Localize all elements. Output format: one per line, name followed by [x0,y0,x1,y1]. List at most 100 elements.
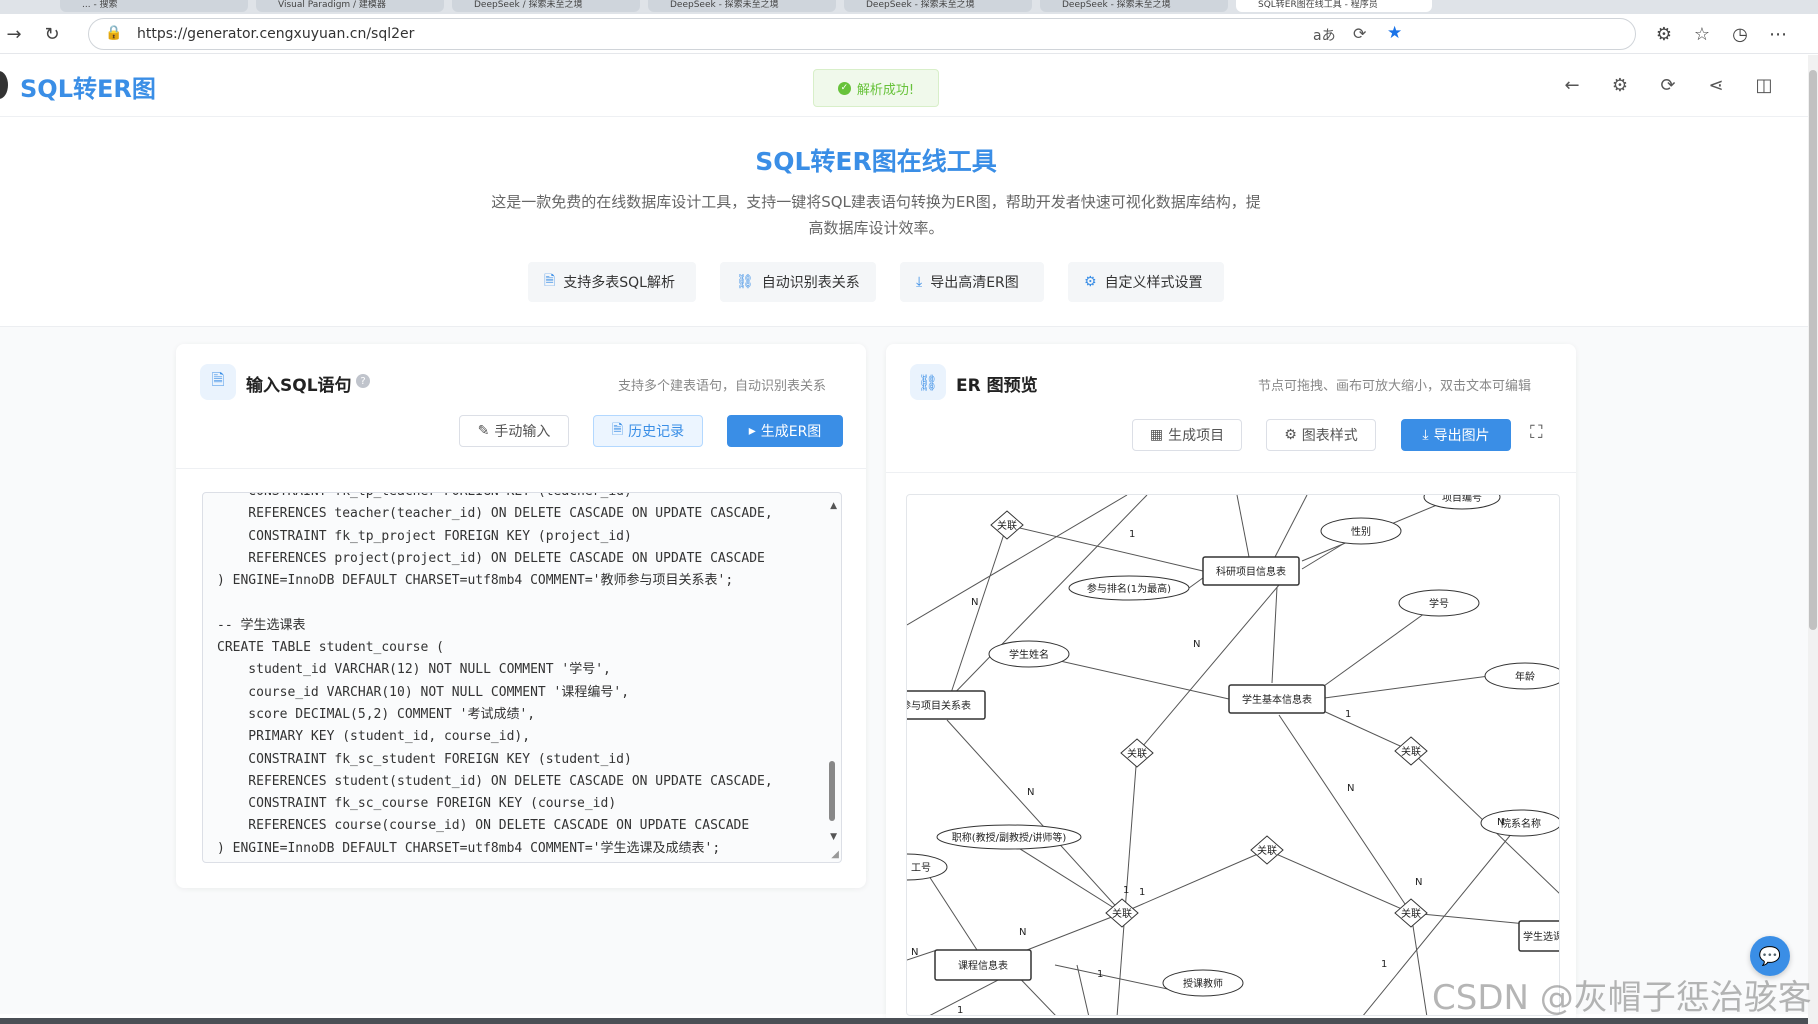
browser-tab[interactable]: Visual Paradigm / 建模器 [256,0,444,12]
er-attribute[interactable]: 职称(教授/副教授/讲师等) [936,824,1082,850]
page-title: SQL转ER图在线工具 [755,147,997,176]
back-arrow-icon[interactable]: ← [1560,73,1584,97]
help-question-icon[interactable]: ? [356,374,370,388]
er-attribute[interactable]: 授课教师 [1162,969,1244,997]
cardinality-label: 1 [1123,885,1129,896]
export-image-button[interactable]: ⤓ 导出图片 [1401,419,1511,451]
favorite-star-icon[interactable]: ★ [1387,23,1402,43]
svg-text:学生基本信息表: 学生基本信息表 [1242,693,1312,706]
download-icon: ⤓ [916,274,923,290]
resize-handle-icon[interactable]: ◢ [831,849,839,860]
er-entity[interactable]: 学生基本信息表 [1228,684,1326,714]
settings-gear-icon[interactable]: ⚙ [1608,73,1632,97]
document-icon: 🗎 [544,273,556,289]
svg-text:参与排名(1为最高): 参与排名(1为最高) [1087,582,1171,595]
fullscreen-icon[interactable]: ⛶ [1530,422,1543,443]
split-view-icon[interactable]: ◫ [1752,73,1776,97]
svg-text:科研项目信息表: 科研项目信息表 [1216,565,1286,578]
browser-tab[interactable]: ... - 搜索 [60,0,248,12]
svg-text:关联: 关联 [1401,907,1421,920]
er-relationship[interactable]: 关联 [1105,898,1139,928]
svg-text:院系名称: 院系名称 [1501,817,1541,830]
svg-text:学生选课: 学生选课 [1523,930,1560,943]
er-relationship[interactable]: 关联 [1394,736,1428,766]
er-attribute[interactable]: 工号 [907,853,948,881]
browser-tab[interactable]: DeepSeek / 探索未至之境 [452,0,640,12]
svg-text:项目编号: 项目编号 [1442,495,1482,504]
scroll-up-arrow-icon[interactable]: ▲ [830,501,837,511]
er-attribute[interactable]: 参与排名(1为最高) [1068,575,1190,601]
browser-tab[interactable]: DeepSeek - 探索未至之境 [844,0,1032,12]
cardinality-label: 1 [1139,887,1145,898]
card-divider [886,472,1576,473]
er-relationship[interactable]: 关联 [1120,738,1154,768]
cardinality-label: 1 [1381,959,1387,970]
cardinality-label: 1 [1097,969,1103,980]
cardinality-label: N [1193,639,1200,650]
read-aloud-icon[interactable]: aあ [1313,25,1336,45]
er-relationship[interactable]: 关联 [1394,898,1428,928]
cardinality-label: N [1347,783,1354,794]
er-attribute[interactable]: 年龄 [1484,662,1560,690]
sql-panel-title: 输入SQL语句 [246,376,352,396]
favorites-icon[interactable]: ☆ [1690,22,1714,46]
cardinality-label: 1 [957,1005,963,1016]
svg-text:学号: 学号 [1429,597,1449,610]
reload-icon[interactable]: ↻ [40,22,64,46]
toast-message: 解析成功! [856,82,915,98]
svg-text:关联: 关联 [1401,745,1421,758]
feature-tag-export: ⤓ 导出高清ER图 [900,262,1044,302]
er-attribute[interactable]: 学生姓名 [988,640,1070,668]
editor-scrollbar-thumb[interactable] [829,761,835,821]
share-icon[interactable]: ⋖ [1704,73,1728,97]
refresh-page-icon[interactable]: ⟳ [1353,24,1366,43]
play-triangle-icon: ▸ [748,423,756,439]
er-diagram-svg[interactable]: 科研项目信息表 学生基本信息表 教师参与项目关系表 课程信息表 学生选课 项目编… [907,495,1560,1016]
app-logo[interactable]: SQL转ER图 [20,69,156,104]
svg-text:职称(教授/副教授/讲师等): 职称(教授/副教授/讲师等) [952,831,1067,844]
er-relationship[interactable]: 关联 [1250,835,1284,865]
chart-style-button[interactable]: ⚙ 图表样式 [1266,419,1376,451]
svg-text:关联: 关联 [997,519,1017,532]
gear-icon: ⚙ [1084,274,1097,290]
extensions-icon[interactable]: ⚙ [1652,22,1676,46]
er-entity[interactable]: 课程信息表 [934,949,1032,981]
forward-arrow-icon[interactable]: → [2,22,26,46]
scroll-down-arrow-icon[interactable]: ▼ [830,832,837,842]
feature-tag-relations: ⛓ 自动识别表关系 [720,262,876,302]
er-entity[interactable]: 科研项目信息表 [1202,556,1300,586]
feature-tag-style: ⚙ 自定义样式设置 [1068,262,1224,302]
generate-er-button[interactable]: ▸ 生成ER图 [727,415,843,447]
er-attribute[interactable]: 院系名称 [1480,809,1560,837]
edit-icon: ✎ [477,423,490,439]
svg-text:授课教师: 授课教师 [1183,977,1223,990]
sql-textarea[interactable]: CONSTRAINT fk_tp_teacher FOREIGN KEY (te… [202,492,842,863]
manual-input-button[interactable]: ✎ 手动输入 [459,415,569,447]
cardinality-label: N [1497,817,1504,828]
svg-text:工号: 工号 [911,862,931,874]
er-relationship[interactable]: 关联 [990,510,1024,540]
history-button[interactable]: 🗎 历史记录 [593,415,703,447]
er-attribute[interactable]: 性别 [1320,517,1402,545]
er-entity[interactable]: 学生选课 [1518,920,1560,952]
more-menu-icon[interactable]: ⋯ [1766,22,1790,46]
address-bar[interactable]: 🔒 https://generator.cengxuyuan.cn/sql2er… [88,18,1636,50]
sql-panel-hint: 支持多个建表语句，自动识别表关系 [618,379,827,394]
generate-project-button[interactable]: ▦ 生成项目 [1132,419,1242,451]
gear-icon: ⚙ [1284,427,1297,443]
er-entity[interactable]: 教师参与项目关系表 [907,690,986,720]
page-scrollbar-thumb[interactable] [1809,70,1817,630]
browser-toolbar: → ↻ 🔒 https://generator.cengxuyuan.cn/sq… [0,14,1818,54]
history-icon[interactable]: ◷ [1728,22,1752,46]
link-icon: ⛓ [910,364,946,400]
er-attribute[interactable]: 学号 [1398,589,1480,617]
er-attribute[interactable]: 项目编号 [1423,495,1501,510]
er-diagram-canvas[interactable]: 科研项目信息表 学生基本信息表 教师参与项目关系表 课程信息表 学生选课 项目编… [906,494,1560,1016]
browser-tab[interactable]: DeepSeek - 探索未至之境 [1040,0,1228,12]
refresh-icon[interactable]: ⟳ [1656,73,1680,97]
browser-tab[interactable]: DeepSeek - 探索未至之境 [648,0,836,12]
logo-icon [0,71,8,99]
card-divider [176,468,866,469]
svg-text:学生姓名: 学生姓名 [1009,648,1049,661]
browser-tab-active[interactable]: SQL转ER图在线工具 - 程序员 [1236,0,1432,12]
